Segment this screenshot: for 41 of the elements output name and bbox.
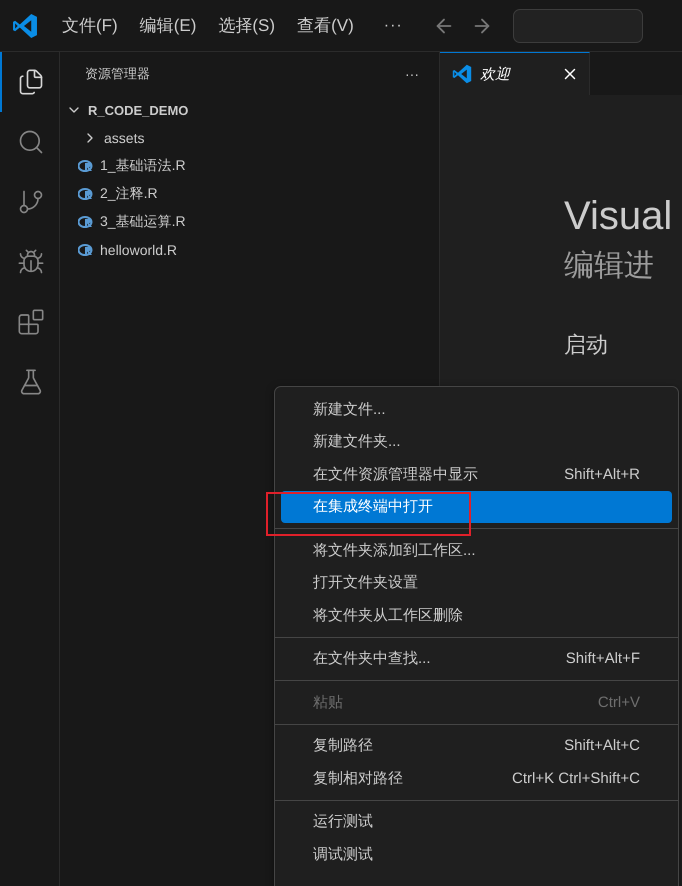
shortcut-label: Shift+Alt+C [564, 737, 640, 754]
welcome-title: Visual [564, 193, 674, 240]
more-menu[interactable]: ··· [384, 16, 403, 34]
menu-item[interactable]: 在文件资源管理器中显示 Shift+Alt+R [281, 458, 672, 490]
menu-item[interactable]: 在集成终端中打开 [281, 490, 672, 523]
shortcut-label: Shift+Alt+F [566, 650, 640, 668]
logo-icon [12, 12, 38, 38]
more-actions[interactable]: ··· [405, 66, 419, 82]
menu-item[interactable]: 调试测试 [281, 838, 672, 870]
logo-icon [452, 64, 472, 84]
r-file-icon [78, 216, 94, 228]
menu-item[interactable]: 查看(V) [297, 14, 354, 37]
menu-item[interactable]: 打开文件夹设置 [281, 566, 672, 599]
menu-item[interactable]: 编辑(E) [140, 14, 196, 37]
section-heading: 启动 [564, 331, 609, 359]
r-file-icon [78, 244, 94, 256]
menu-item[interactable]: 复制相对路径 Ctrl+K Ctrl+Shift+C [281, 762, 672, 794]
shortcut-label: Shift+Alt+R [564, 466, 640, 483]
menu-item[interactable]: 将文件夹添加到工作区... [281, 534, 672, 566]
menu-item[interactable]: 复制路径 Shift+Alt+C [281, 730, 672, 762]
shortcut-label: Ctrl+V [598, 694, 640, 711]
file-row[interactable]: 2_注释.R [60, 180, 439, 208]
file-row[interactable]: 1_基础语法.R [60, 152, 439, 180]
menu-item[interactable]: 新建文件... [281, 393, 672, 426]
search-field[interactable] [512, 8, 643, 42]
menu-item[interactable]: 将文件夹从工作区删除 [281, 599, 672, 632]
folder-row[interactable]: assets [60, 124, 439, 152]
r-file-icon [78, 188, 94, 200]
menu-item[interactable]: 新建文件夹... [281, 426, 672, 458]
shortcut-label: Ctrl+K Ctrl+Shift+C [512, 770, 640, 787]
menu-item[interactable]: 在文件夹中查找... Shift+Alt+F [281, 642, 672, 675]
menu-item[interactable]: 文件(F) [62, 14, 118, 37]
sidebar-title: 资源管理器 [85, 65, 150, 83]
editor-tab[interactable]: 欢迎 [440, 52, 590, 95]
file-row[interactable]: helloworld.R [60, 236, 439, 264]
file-row[interactable]: 3_基础运算.R [60, 208, 439, 236]
menu-item[interactable]: 选择(S) [218, 14, 276, 37]
folder-row[interactable]: R_CODE_DEMO [60, 96, 439, 124]
r-file-icon [78, 160, 94, 172]
menu-item[interactable]: 运行测试 [281, 806, 672, 838]
welcome-subtitle: 编辑进 [564, 248, 655, 284]
